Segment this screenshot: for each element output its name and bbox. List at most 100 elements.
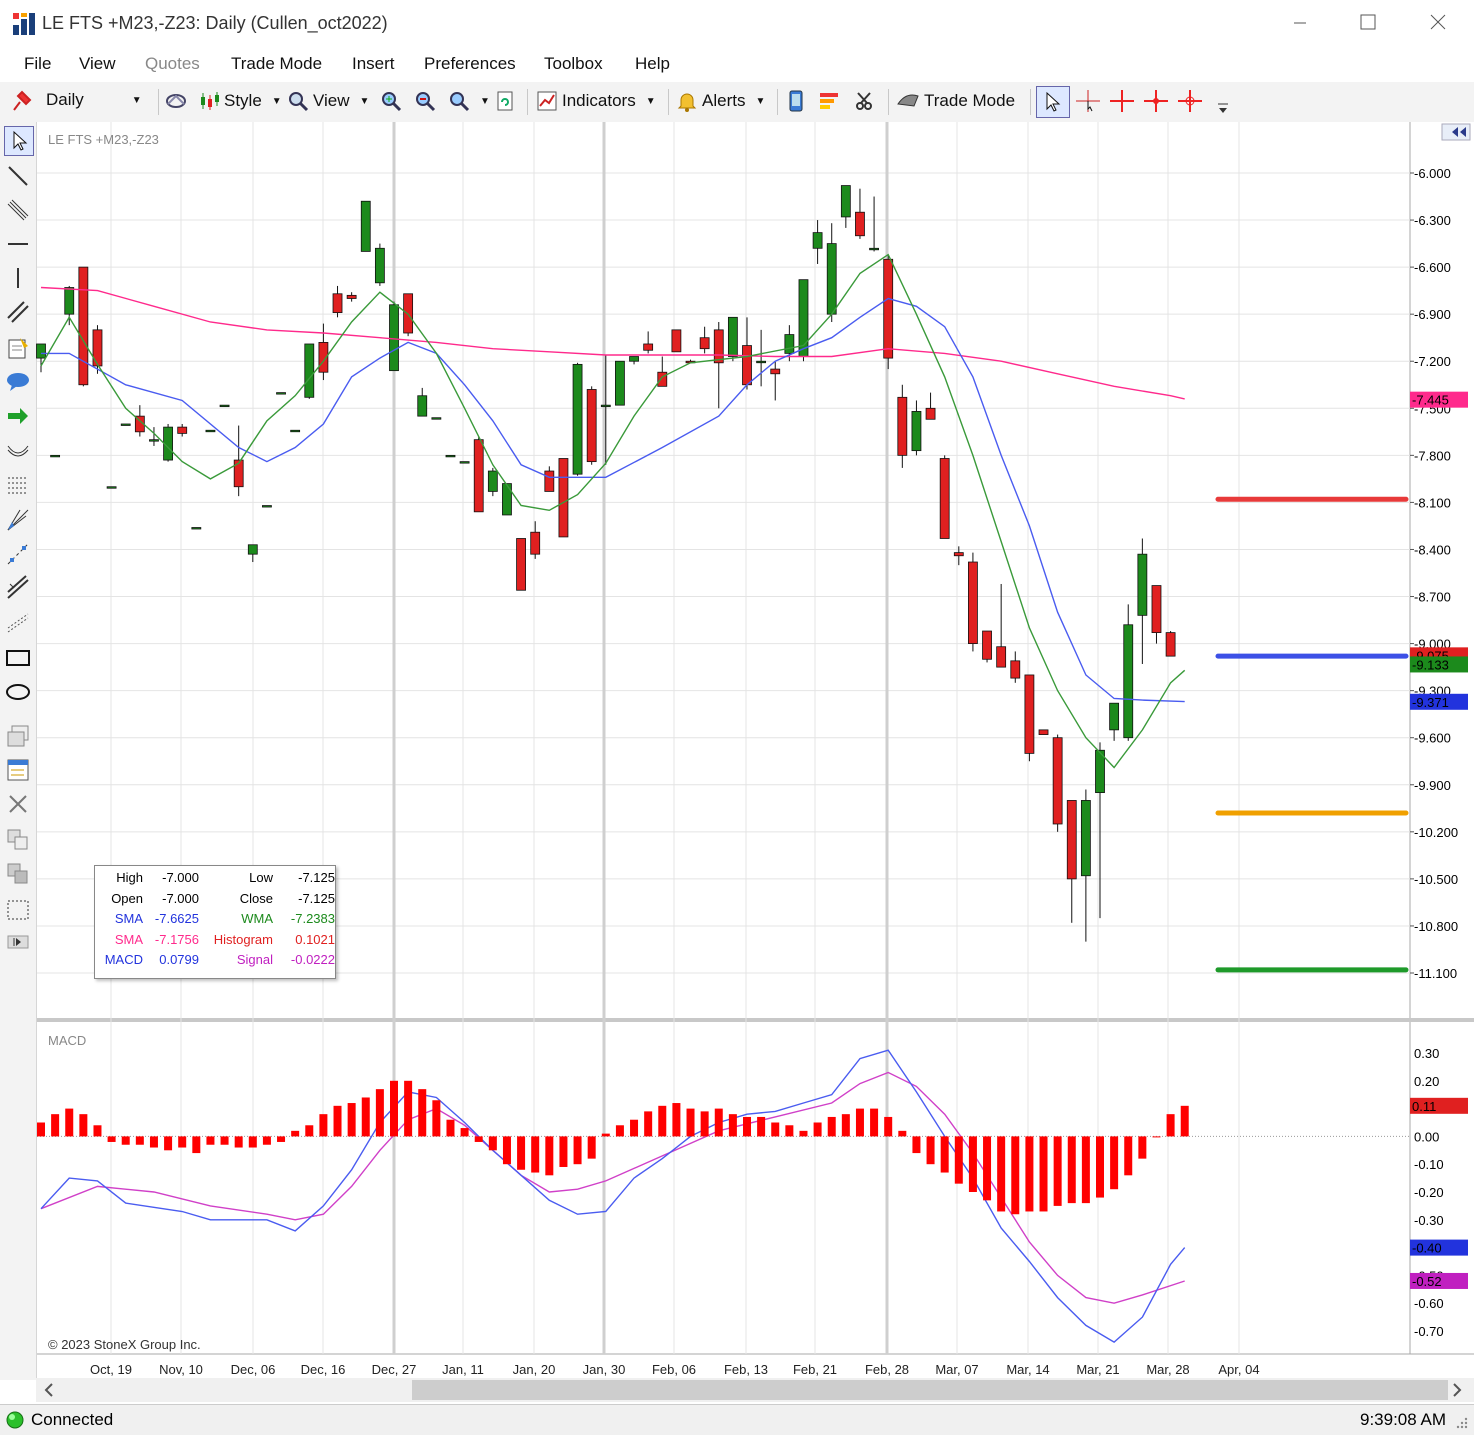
- menu-toolbox[interactable]: Toolbox: [544, 54, 603, 74]
- connection-status: Connected: [31, 1410, 114, 1429]
- zoom-menu[interactable]: ▼: [448, 90, 490, 112]
- trade-mode-button[interactable]: Trade Mode: [896, 90, 1015, 112]
- clock-time: 9:39:08 AM: [1359, 1410, 1446, 1429]
- overlay-button[interactable]: [164, 90, 188, 112]
- alerts-menu[interactable]: Alerts ▼: [676, 90, 765, 112]
- zoom-in-button[interactable]: [380, 90, 402, 112]
- macd-histogram-bar: [135, 1136, 144, 1145]
- price-tick-label: -6.600: [1414, 260, 1451, 275]
- candle-body: [897, 396, 908, 456]
- candle-body: [1123, 624, 1134, 739]
- minimize-button[interactable]: [1285, 10, 1315, 38]
- macd-histogram-bar: [545, 1136, 554, 1176]
- style-menu[interactable]: Style ▼: [198, 90, 282, 112]
- menu-preferences[interactable]: Preferences: [424, 54, 516, 74]
- macd-histogram-bar: [813, 1122, 822, 1137]
- info-value: -7.125: [298, 890, 335, 906]
- chevron-down-icon: ▼: [755, 95, 766, 107]
- zoom-out-button[interactable]: [414, 90, 436, 112]
- date-tick-label: Apr, 04: [1218, 1362, 1259, 1377]
- candle-body: [516, 538, 526, 591]
- zoom-in-icon: [382, 92, 402, 112]
- macd-histogram-bar: [615, 1125, 624, 1137]
- candle-body: [473, 439, 484, 513]
- info-label: Close: [239, 890, 273, 906]
- macd-histogram-bar: [1039, 1136, 1048, 1212]
- crosshair-button[interactable]: [1110, 90, 1134, 112]
- crosshair-icon: [1110, 90, 1134, 112]
- menu-help[interactable]: Help: [635, 54, 670, 74]
- menu-file[interactable]: File: [24, 54, 51, 74]
- resize-grip-icon[interactable]: [1454, 1415, 1470, 1431]
- chart-canvas[interactable]: -6.000-6.300-6.600-6.900-7.200-7.500-7.8…: [0, 122, 1474, 1380]
- indicators-menu[interactable]: Indicators ▼: [536, 90, 656, 112]
- candle-body: [925, 407, 936, 420]
- macd-histogram-bar: [432, 1100, 441, 1137]
- macd-tick-label: -0.20: [1414, 1185, 1444, 1200]
- candle-body: [572, 363, 583, 475]
- macd-histogram-bar: [1180, 1105, 1189, 1137]
- info-value: -0.0222: [290, 952, 335, 967]
- candle-body: [558, 458, 569, 538]
- date-tick-label: Dec, 06: [231, 1362, 276, 1377]
- price-tick-label: -10.200: [1414, 825, 1458, 840]
- macd-histogram-bar: [375, 1089, 384, 1137]
- maximize-button[interactable]: [1353, 10, 1383, 38]
- interval-select[interactable]: Daily ▼: [46, 90, 142, 110]
- view-menu[interactable]: View ▼: [287, 90, 369, 112]
- price-tick-label: -10.500: [1414, 872, 1458, 887]
- price-tick-label: -10.800: [1414, 919, 1458, 934]
- date-tick-label: Mar, 14: [1006, 1362, 1049, 1377]
- candle-body: [586, 389, 597, 463]
- macd-histogram-bar: [658, 1105, 667, 1137]
- macd-badge-label: 0.11: [1412, 1099, 1436, 1114]
- candle-body: [770, 368, 781, 375]
- candle-body: [742, 345, 752, 386]
- candle-body: [657, 371, 668, 387]
- connected-status-icon: [6, 1411, 24, 1429]
- alerts-label: Alerts: [702, 91, 746, 110]
- candle-body: [459, 461, 470, 464]
- info-label: SMA: [114, 911, 143, 926]
- indicators-label: Indicators: [562, 91, 636, 110]
- date-tick-label: Mar, 07: [935, 1362, 978, 1377]
- menu-view[interactable]: View: [79, 54, 116, 74]
- macd-tick-label: -0.10: [1414, 1157, 1444, 1172]
- info-label: Histogram: [213, 931, 273, 947]
- menu-trade-mode[interactable]: Trade Mode: [231, 54, 322, 74]
- minimize-icon: [1294, 22, 1306, 24]
- candle-body: [1024, 674, 1035, 754]
- macd-histogram-bar: [361, 1097, 370, 1137]
- crosshair-pointer-button[interactable]: [1076, 90, 1100, 112]
- info-value: -7.000: [162, 870, 199, 885]
- candle-body: [855, 211, 865, 237]
- phone-button[interactable]: [786, 90, 806, 112]
- color-scheme-button[interactable]: [818, 90, 840, 112]
- crosshair-dot-button[interactable]: [1144, 90, 1168, 112]
- status-bar: Connected 9:39:08 AM: [0, 1404, 1474, 1435]
- info-value: -7.000: [162, 890, 199, 906]
- scroll-left-icon: [44, 1383, 53, 1397]
- crosshair-target-button[interactable]: [1178, 90, 1202, 112]
- macd-histogram-bar: [728, 1114, 737, 1137]
- macd-tick-label: -0.30: [1414, 1213, 1444, 1228]
- scissors-button[interactable]: [854, 90, 878, 112]
- macd-histogram-bar: [220, 1136, 229, 1145]
- mobile-device-icon: [789, 90, 803, 112]
- close-button[interactable]: [1423, 10, 1453, 38]
- refresh-button[interactable]: [495, 90, 515, 112]
- menu-quotes[interactable]: Quotes: [145, 54, 200, 74]
- pin-button[interactable]: [10, 90, 34, 112]
- date-tick-label: Mar, 21: [1076, 1362, 1119, 1377]
- collapse-panel-button[interactable]: [1441, 123, 1471, 141]
- horizontal-scrollbar[interactable]: [36, 1378, 1474, 1402]
- pointer-tool-button[interactable]: [1036, 86, 1070, 118]
- macd-histogram-bar: [771, 1122, 780, 1137]
- candle-body: [869, 247, 879, 251]
- menu-insert[interactable]: Insert: [352, 54, 395, 74]
- candle-body: [78, 266, 89, 386]
- chevron-down-icon: ▼: [271, 95, 282, 107]
- toolbar-overflow-button[interactable]: [1216, 102, 1230, 116]
- trade-mode-label: Trade Mode: [924, 91, 1016, 110]
- candle-body: [487, 470, 498, 492]
